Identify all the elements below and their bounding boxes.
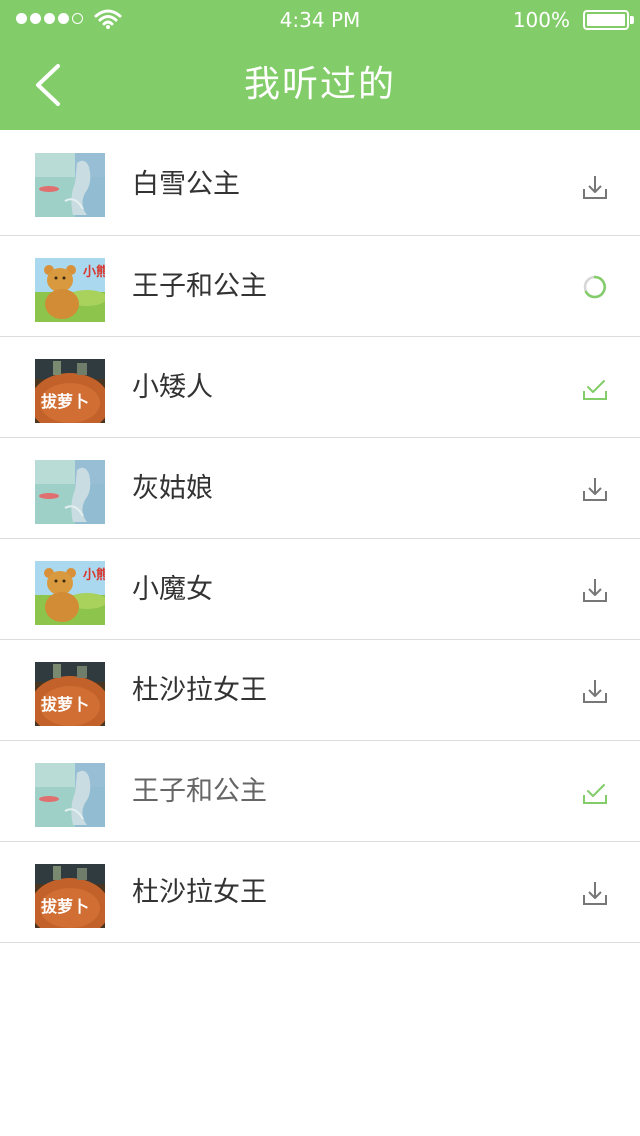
- svg-text:拔萝卜: 拔萝卜: [41, 897, 89, 916]
- downloaded-check-icon[interactable]: [582, 375, 608, 401]
- battery-icon: [583, 10, 629, 30]
- carrot-cover: 拔萝卜: [35, 359, 105, 423]
- item-title: 杜沙拉女王: [132, 877, 267, 908]
- svg-text:小熊: 小熊: [83, 264, 105, 280]
- item-title: 杜沙拉女王: [132, 675, 267, 706]
- list-item[interactable]: 灰姑娘: [0, 438, 640, 539]
- download-icon[interactable]: [582, 678, 608, 704]
- svg-text:拔萝卜: 拔萝卜: [41, 695, 89, 714]
- fish-cover: [35, 763, 105, 827]
- battery-percent: 100%: [512, 8, 570, 32]
- download-icon[interactable]: [582, 174, 608, 200]
- downloaded-check-icon[interactable]: [582, 779, 608, 805]
- download-icon[interactable]: [582, 476, 608, 502]
- item-title: 王子和公主: [132, 271, 267, 302]
- list-item[interactable]: 拔萝卜 小矮人: [0, 337, 640, 438]
- status-bar: 4:34 PM 100%: [0, 0, 640, 40]
- list-item[interactable]: 拔萝卜 杜沙拉女王: [0, 640, 640, 741]
- item-title: 小矮人: [132, 372, 213, 403]
- list-item[interactable]: 小熊 小魔女: [0, 539, 640, 640]
- list-item[interactable]: 小熊 王子和公主: [0, 236, 640, 337]
- svg-text:小熊: 小熊: [83, 567, 105, 583]
- item-title: 王子和公主: [132, 776, 267, 807]
- item-title: 灰姑娘: [132, 473, 213, 504]
- svg-text:拔萝卜: 拔萝卜: [41, 392, 89, 411]
- item-title: 小魔女: [132, 574, 213, 605]
- downloading-progress-icon[interactable]: [582, 274, 608, 300]
- list-item[interactable]: 拔萝卜 杜沙拉女王: [0, 842, 640, 943]
- nav-header: 4:34 PM 100% 我听过的: [0, 0, 640, 130]
- bear-cover: 小熊: [35, 258, 105, 322]
- page-title: 我听过的: [243, 64, 396, 105]
- download-icon[interactable]: [582, 577, 608, 603]
- bear-cover: 小熊: [35, 561, 105, 625]
- carrot-cover: 拔萝卜: [35, 864, 105, 928]
- list-item[interactable]: 白雪公主: [0, 130, 640, 236]
- fish-cover: [35, 460, 105, 524]
- download-icon[interactable]: [582, 880, 608, 906]
- battery-tip: [630, 16, 634, 24]
- history-list: 白雪公主 小熊 王子和公主 拔萝卜 小矮人 灰姑娘 小熊 小魔女 拔萝卜 杜沙拉女王 王子和公主 拔萝…: [0, 130, 640, 943]
- fish-cover: [35, 153, 105, 217]
- carrot-cover: 拔萝卜: [35, 662, 105, 726]
- list-item[interactable]: 王子和公主: [0, 741, 640, 842]
- item-title: 白雪公主: [132, 169, 240, 200]
